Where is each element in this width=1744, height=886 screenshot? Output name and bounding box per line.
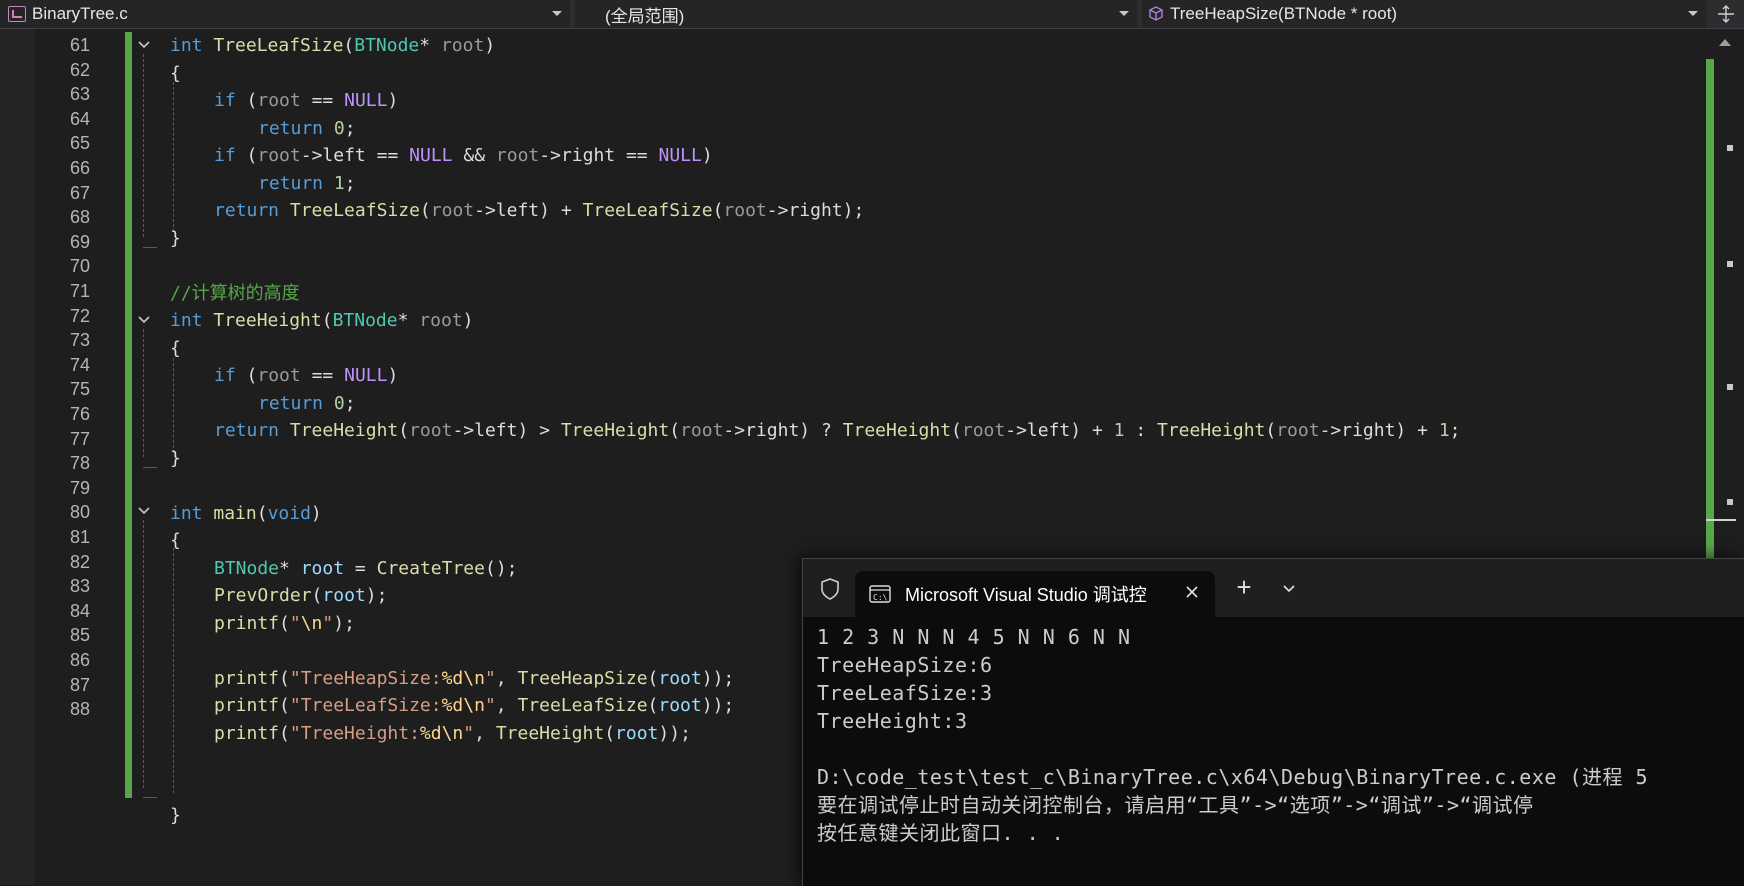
line-number: 67	[69, 182, 90, 203]
svg-text:C:\: C:\	[873, 593, 888, 602]
code-line: {	[170, 337, 181, 359]
line-number: 70	[69, 256, 90, 277]
file-icon	[8, 6, 26, 22]
line-number: 63	[69, 84, 90, 105]
chevron-down-icon	[1688, 11, 1698, 16]
scope-label: (全局范围)	[605, 6, 685, 26]
terminal-output: 1 2 3 N N N 4 5 N N 6 N N TreeHeapSize:6…	[817, 623, 1743, 883]
line-number: 76	[69, 404, 90, 424]
code-line: }	[170, 227, 181, 249]
terminal-tab[interactable]: C:\ Microsoft Visual Studio 调试控	[855, 571, 1215, 617]
code-line: int TreeLeafSize(BTNode* root)	[170, 35, 496, 56]
code-line: if (root->left == NULL && root->right ==…	[214, 145, 713, 166]
line-number: 62	[69, 59, 90, 80]
terminal-line: TreeLeafSize:3	[817, 681, 993, 705]
line-number: 68	[69, 207, 90, 228]
line-number: 87	[69, 674, 90, 695]
scrollbar-marker	[1727, 145, 1733, 151]
line-number: 83	[69, 576, 90, 597]
code-line: return 0;	[258, 117, 356, 139]
terminal-tab-icon: C:\	[869, 585, 891, 603]
line-number: 79	[69, 477, 90, 498]
code-line: if (root == NULL)	[214, 365, 399, 386]
scrollbar-change-marker	[1706, 59, 1714, 579]
line-number: 86	[69, 650, 90, 670]
function-label: TreeHeapSize(BTNode * root)	[1170, 4, 1398, 23]
line-number: 72	[69, 305, 90, 326]
code-line: PrevOrder(root);	[214, 585, 388, 606]
code-line: int TreeHeight(BTNode* root)	[170, 310, 474, 331]
shield-icon[interactable]	[819, 577, 841, 601]
line-number: 73	[69, 330, 90, 351]
navigation-bar: BinaryTree.c (全局范围) TreeHeapSize(BTNode …	[0, 0, 1744, 29]
code-line: int main(void)	[170, 502, 322, 524]
scope-dropdown[interactable]: (全局范围)	[575, 0, 1137, 28]
code-line: {	[170, 530, 181, 551]
code-line: }	[170, 447, 181, 469]
line-number: 80	[69, 502, 90, 523]
chevron-down-icon	[1119, 11, 1129, 16]
code-line: {	[170, 62, 181, 84]
function-dropdown[interactable]: TreeHeapSize(BTNode * root)	[1142, 0, 1706, 28]
code-line: printf("TreeHeight:%d\n", TreeHeight(roo…	[214, 722, 691, 744]
cube-icon	[1149, 6, 1163, 21]
line-number: 66	[69, 158, 90, 178]
terminal-tab-title: Microsoft Visual Studio 调试控	[905, 585, 1147, 605]
code-line: if (root == NULL)	[214, 90, 399, 111]
terminal-line: TreeHeapSize:6	[817, 653, 993, 677]
scroll-up-icon[interactable]	[1719, 39, 1731, 46]
line-number: 75	[69, 379, 90, 400]
indicator-margin	[0, 29, 34, 885]
code-line: printf("TreeHeapSize:%d\n", TreeHeapSize…	[214, 667, 735, 689]
terminal-line: 要在调试停止时自动关闭控制台，请启用“工具”->“选项”->“调试”->“调试停	[817, 793, 1534, 817]
terminal-line: 按任意键关闭此窗口. . .	[817, 821, 1065, 845]
comment-line: //计算树的高度	[170, 282, 300, 304]
code-line: return 1;	[258, 172, 356, 194]
line-number: 88	[69, 699, 90, 720]
chevron-down-icon[interactable]	[1281, 583, 1297, 595]
project-dropdown[interactable]: BinaryTree.c	[0, 0, 570, 28]
scrollbar-marker	[1727, 261, 1733, 267]
project-file-label: BinaryTree.c	[32, 4, 128, 23]
line-number: 69	[69, 231, 90, 252]
code-line: return 0;	[258, 392, 356, 414]
code-line: printf("TreeLeafSize:%d\n", TreeLeafSize…	[214, 695, 735, 716]
line-number: 77	[69, 428, 90, 449]
close-icon[interactable]	[1183, 583, 1201, 601]
terminal-line: D:\code_test\test_c\BinaryTree.c\x64\Deb…	[817, 765, 1649, 789]
debug-console-window[interactable]: C:\ Microsoft Visual Studio 调试控 + 1 2 3 …	[802, 558, 1744, 886]
line-number: 61	[69, 35, 90, 55]
code-line: BTNode* root = CreateTree();	[214, 557, 518, 579]
code-line: }	[170, 805, 181, 826]
code-line: return TreeLeafSize(root->left) + TreeLe…	[214, 200, 865, 221]
line-number: 84	[69, 600, 90, 621]
line-number: 71	[69, 281, 90, 301]
change-tracking-bar	[125, 32, 132, 798]
line-number: 85	[69, 625, 90, 646]
scrollbar-caret-position	[1706, 519, 1736, 521]
code-line: printf("\n");	[214, 612, 355, 634]
line-number: 81	[69, 527, 90, 547]
terminal-line: TreeHeight:3	[817, 709, 968, 733]
line-number: 65	[69, 133, 90, 154]
split-icon[interactable]	[1708, 0, 1744, 28]
line-number-gutter: 61 62 63 64 65 66 67 68 69 70 71 72 73 74 75 76 77 78 79 80…	[34, 29, 124, 885]
line-number: 74	[69, 354, 90, 375]
plus-icon[interactable]: +	[1233, 574, 1255, 600]
scrollbar-marker	[1727, 499, 1733, 505]
line-number: 64	[69, 108, 90, 129]
line-number: 78	[69, 453, 90, 474]
scrollbar-marker	[1727, 384, 1733, 390]
line-number: 82	[69, 551, 90, 572]
chevron-down-icon	[552, 11, 562, 16]
code-line: return TreeHeight(root->left) > TreeHeig…	[214, 420, 1461, 441]
terminal-line: 1 2 3 N N N 4 5 N N 6 N N	[817, 625, 1131, 649]
terminal-titlebar: C:\ Microsoft Visual Studio 调试控 +	[803, 559, 1744, 617]
